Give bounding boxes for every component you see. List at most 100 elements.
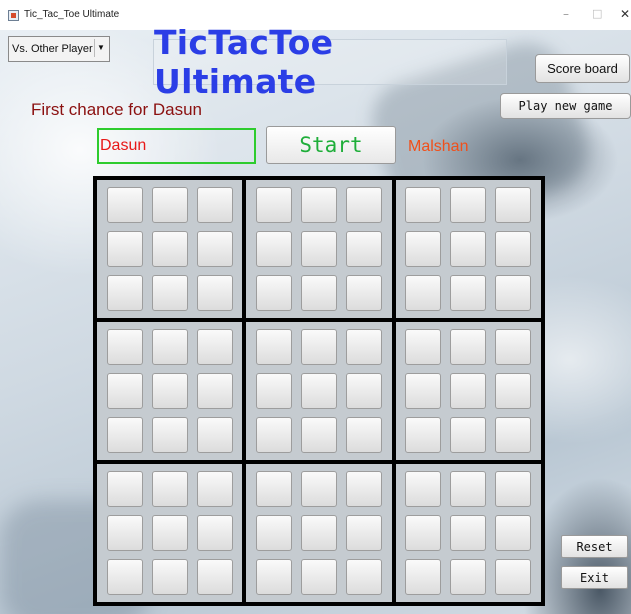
board-cell-button[interactable] bbox=[405, 275, 442, 311]
board-cell-button[interactable] bbox=[196, 187, 233, 223]
board-cell-button[interactable] bbox=[495, 231, 532, 267]
board-cell-button[interactable] bbox=[450, 329, 487, 365]
board-cell-button[interactable] bbox=[450, 471, 487, 507]
board-cell-button[interactable] bbox=[255, 329, 292, 365]
board-cell-button[interactable] bbox=[450, 417, 487, 453]
board-cell-button[interactable] bbox=[345, 515, 382, 551]
board-cell-button[interactable] bbox=[255, 417, 292, 453]
board-cell-button[interactable] bbox=[151, 417, 188, 453]
board-cell-button[interactable] bbox=[405, 187, 442, 223]
board-cell-button[interactable] bbox=[405, 373, 442, 409]
board-cell-button[interactable] bbox=[345, 231, 382, 267]
java-app-icon bbox=[8, 10, 19, 21]
first-chance-message: First chance for Dasun bbox=[31, 100, 203, 119]
board-cell-button[interactable] bbox=[495, 471, 532, 507]
board-cell-button[interactable] bbox=[300, 471, 337, 507]
board-cell-button[interactable] bbox=[106, 231, 143, 267]
board-cell-button[interactable] bbox=[106, 373, 143, 409]
board-cell-button[interactable] bbox=[151, 515, 188, 551]
sub-board bbox=[97, 180, 243, 318]
reset-button[interactable]: Reset bbox=[561, 535, 628, 558]
board-cell-button[interactable] bbox=[345, 275, 382, 311]
board-cell-button[interactable] bbox=[300, 417, 337, 453]
board-cell-button[interactable] bbox=[106, 515, 143, 551]
board-cell-button[interactable] bbox=[196, 559, 233, 595]
game-mode-dropdown[interactable]: Vs. Other Player ▼ bbox=[8, 36, 110, 62]
board-cell-button[interactable] bbox=[405, 417, 442, 453]
board-cell-button[interactable] bbox=[495, 275, 532, 311]
board-cell-button[interactable] bbox=[255, 187, 292, 223]
board-cell-button[interactable] bbox=[196, 373, 233, 409]
dropdown-arrow-icon[interactable]: ▼ bbox=[94, 39, 107, 57]
board-cell-button[interactable] bbox=[495, 417, 532, 453]
sub-board bbox=[395, 464, 541, 602]
board-cell-button[interactable] bbox=[151, 329, 188, 365]
board-cell-button[interactable] bbox=[450, 231, 487, 267]
board-cell-button[interactable] bbox=[450, 187, 487, 223]
board-cell-button[interactable] bbox=[405, 471, 442, 507]
start-button[interactable]: Start bbox=[266, 126, 396, 164]
play-new-game-button[interactable]: Play new game bbox=[500, 93, 631, 119]
board-cell-button[interactable] bbox=[405, 231, 442, 267]
board-cell-button[interactable] bbox=[345, 559, 382, 595]
board-cell-button[interactable] bbox=[405, 329, 442, 365]
board-cell-button[interactable] bbox=[196, 515, 233, 551]
board-cell-button[interactable] bbox=[255, 231, 292, 267]
board-cell-button[interactable] bbox=[196, 329, 233, 365]
game-mode-value: Vs. Other Player bbox=[12, 43, 93, 55]
sub-board bbox=[246, 322, 392, 460]
board-cell-button[interactable] bbox=[196, 471, 233, 507]
board-cell-button[interactable] bbox=[450, 373, 487, 409]
board-cell-button[interactable] bbox=[151, 559, 188, 595]
board-cell-button[interactable] bbox=[300, 559, 337, 595]
board-cell-button[interactable] bbox=[106, 471, 143, 507]
board-cell-button[interactable] bbox=[255, 373, 292, 409]
window-title: Tic_Tac_Toe Ultimate bbox=[24, 9, 120, 20]
board-cell-button[interactable] bbox=[151, 187, 188, 223]
board-cell-button[interactable] bbox=[450, 275, 487, 311]
board-cell-button[interactable] bbox=[300, 187, 337, 223]
player1-name-field[interactable]: Dasun bbox=[97, 128, 256, 164]
board-cell-button[interactable] bbox=[106, 559, 143, 595]
board-cell-button[interactable] bbox=[196, 275, 233, 311]
minimize-button[interactable]: – bbox=[563, 7, 569, 21]
player2-name-label: Malshan bbox=[408, 138, 469, 155]
board-cell-button[interactable] bbox=[196, 231, 233, 267]
board-cell-button[interactable] bbox=[255, 275, 292, 311]
board-cell-button[interactable] bbox=[300, 515, 337, 551]
exit-button[interactable]: Exit bbox=[561, 566, 628, 589]
board-cell-button[interactable] bbox=[495, 559, 532, 595]
board-cell-button[interactable] bbox=[106, 275, 143, 311]
score-board-button[interactable]: Score board bbox=[535, 54, 630, 83]
board-cell-button[interactable] bbox=[151, 231, 188, 267]
board-cell-button[interactable] bbox=[255, 515, 292, 551]
board-cell-button[interactable] bbox=[405, 515, 442, 551]
close-button[interactable]: ✕ bbox=[620, 7, 630, 21]
board-cell-button[interactable] bbox=[300, 231, 337, 267]
board-cell-button[interactable] bbox=[151, 373, 188, 409]
board-cell-button[interactable] bbox=[151, 471, 188, 507]
board-cell-button[interactable] bbox=[495, 329, 532, 365]
board-cell-button[interactable] bbox=[450, 515, 487, 551]
board-cell-button[interactable] bbox=[345, 417, 382, 453]
board-cell-button[interactable] bbox=[196, 417, 233, 453]
board-cell-button[interactable] bbox=[151, 275, 188, 311]
board-cell-button[interactable] bbox=[495, 187, 532, 223]
board-cell-button[interactable] bbox=[495, 373, 532, 409]
board-cell-button[interactable] bbox=[106, 329, 143, 365]
board-cell-button[interactable] bbox=[300, 329, 337, 365]
board-cell-button[interactable] bbox=[495, 515, 532, 551]
board-cell-button[interactable] bbox=[345, 471, 382, 507]
board-cell-button[interactable] bbox=[255, 559, 292, 595]
board-cell-button[interactable] bbox=[345, 373, 382, 409]
board-cell-button[interactable] bbox=[300, 373, 337, 409]
board-cell-button[interactable] bbox=[345, 329, 382, 365]
maximize-button[interactable]: □ bbox=[592, 7, 602, 20]
board-cell-button[interactable] bbox=[106, 187, 143, 223]
board-cell-button[interactable] bbox=[106, 417, 143, 453]
board-cell-button[interactable] bbox=[300, 275, 337, 311]
board-cell-button[interactable] bbox=[450, 559, 487, 595]
board-cell-button[interactable] bbox=[405, 559, 442, 595]
board-cell-button[interactable] bbox=[345, 187, 382, 223]
board-cell-button[interactable] bbox=[255, 471, 292, 507]
